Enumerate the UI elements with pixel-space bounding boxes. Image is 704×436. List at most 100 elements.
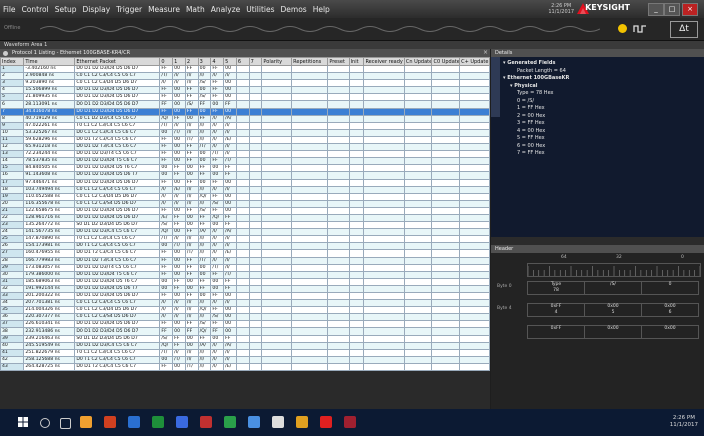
menu-item-trigger[interactable]: Trigger [113, 5, 145, 14]
table-row[interactable]: 18 103.749494 ns C0 C1 C2 C3/C4 C5 C6 C7/I… [0, 185, 490, 194]
table-row[interactable]: 34 207.701381 ns C0 C1 C2 C3/C4 C5 C6 C7/I… [0, 299, 490, 308]
column-header[interactable]: C+ Update [459, 57, 490, 66]
column-header[interactable]: Preset [327, 57, 350, 66]
app-icon-5[interactable] [200, 416, 212, 428]
table-row[interactable]: 15 84.840505 ns D0 D1 D2 D3/D4 D5 T6 C7 00 F… [0, 164, 490, 173]
table-row[interactable]: 7 34.416078 ns D0 D1 D2 D3/D4 D5 D6 D7 FF 00… [0, 107, 490, 116]
column-header[interactable]: 4 [210, 57, 225, 66]
table-row[interactable]: 40 245.519549 ns D0 D1 D2 D3/C4 C5 C6 C7/Q… [0, 341, 490, 350]
column-header[interactable]: 1 [172, 57, 186, 66]
header-field[interactable]: /S/ [584, 281, 642, 295]
table-row[interactable]: 19 110.052588 ns C0 C1 C2 C3/D4 D5 D6 D7/I… [0, 192, 490, 201]
table-row[interactable]: 5 21.809935 ns D0 D1 D2 D3/D4 D5 D6 D7 FF 00… [0, 93, 490, 102]
app-icon-6[interactable] [224, 416, 236, 428]
table-row[interactable]: 35 214.004326 ns C0 C1 C2 C3/D4 D5 D6 D7/I… [0, 306, 490, 315]
table-row[interactable]: 17 97.446471 ns D0 D1 D2 D3/D4 D5 D6 D7 FF 0… [0, 178, 490, 187]
column-header[interactable]: 5 [223, 57, 237, 66]
app-icon-2[interactable] [128, 416, 140, 428]
menu-item-measure[interactable]: Measure [145, 5, 183, 14]
table-row[interactable]: 42 258.125688 ns D0 T1 C2 C3/C4 C5 C6 C7 00… [0, 355, 490, 364]
tree-node[interactable]: ▾ Generated Fields [503, 60, 569, 68]
column-header[interactable]: C0 Update [431, 57, 461, 66]
menu-item-analyze[interactable]: Analyze [208, 5, 244, 14]
table-row[interactable]: 36 220.307377 ns C0 C1 C2 C3/S4 D5 D6 D7/I… [0, 313, 490, 322]
header-field[interactable]: Type 78 [527, 281, 585, 295]
table-row[interactable]: 32 191.992144 ns D0 D1 D2 D3/D4 D5 D6 T7 00… [0, 284, 490, 294]
header-field[interactable]: 0x00 6 [641, 303, 699, 317]
table-row[interactable]: 30 179.386000 ns D0 D1 D2 D3/D4 T5 C6 C7 FF… [0, 270, 490, 279]
table-row[interactable]: 16 91.143608 ns D0 D1 D2 D3/D4 D5 D6 T7 00 F… [0, 171, 490, 180]
table-row[interactable]: 31 185.689063 ns D0 D1 D2 D3/D4 D5 T6 C7 00… [0, 277, 490, 286]
table-row[interactable]: 6 28.113091 ns D0 D1 D2 D3/D4 D5 D6 D7 FF 00… [0, 100, 490, 109]
table-row[interactable]: 13 72.234244 ns D0 D1 D2 D3/T4 C5 C6 C7 FF 0… [0, 150, 490, 159]
table-row[interactable]: 9 47.022261 ns T0 C1 C2 C3/C4 C5 C6 C7/T//… [0, 121, 490, 130]
header-field[interactable]: 0 [641, 281, 699, 295]
protocol-listing[interactable]: Index Time Ethernet Packet 0 1 2 3 4 5 6 7 Polarity… [0, 57, 490, 409]
table-row[interactable]: 20 116.355678 ns C0 C1 C2 C3/S4 D5 D6 D7/I… [0, 199, 490, 208]
menu-item-file[interactable]: File [0, 5, 19, 14]
menu-item-control[interactable]: Control [19, 5, 52, 14]
table-row[interactable]: 24 141.567735 ns D0 D1 D2 D3/C4 C5 C6 C7/Q… [0, 228, 490, 237]
table-row[interactable]: 41 251.822679 ns T0 C1 C2 C3/C4 C5 C6 C7/T… [0, 348, 490, 357]
windows-start-icon[interactable] [18, 417, 28, 427]
listing-close-icon[interactable]: × [483, 49, 488, 57]
table-row[interactable]: 28 166.779983 ns D0 D1 D2 T3/C4 C5 C6 C7 FF… [0, 256, 490, 265]
app-icon-1[interactable] [104, 416, 116, 428]
header-field[interactable]: 0xFF 4 [527, 303, 585, 317]
table-row[interactable]: 26 154.173981 ns D0 T1 C2 C3/C4 C5 C6 C7 00… [0, 242, 490, 251]
column-header[interactable]: Cn Update [403, 57, 433, 66]
table-row[interactable]: 25 147.870890 ns T0 C1 C2 C3/C4 C5 C6 C7/T… [0, 235, 490, 244]
app-icon-10[interactable] [320, 416, 332, 428]
file-explorer-icon[interactable] [80, 416, 92, 428]
menu-item-setup[interactable]: Setup [52, 5, 80, 14]
menu-item-utilities[interactable]: Utilities [243, 5, 277, 14]
menu-item-display[interactable]: Display [80, 5, 114, 14]
column-header[interactable]: Polarity [261, 57, 293, 66]
column-header[interactable]: 7 [248, 57, 263, 66]
app-icon-4[interactable] [176, 416, 188, 428]
tree-node[interactable]: ▾ Ethernet 100GBaseKR [503, 75, 569, 83]
table-row[interactable]: 29 173.083057 ns D0 D1 D2 D3/T4 C5 C6 C7 FF… [0, 263, 490, 272]
menu-item-demos[interactable]: Demos [278, 5, 310, 14]
minimize-button[interactable]: _ [648, 3, 664, 16]
column-header[interactable]: 3 [197, 57, 212, 66]
table-row[interactable]: 11 59.628296 ns D0 D1 T2 C3/C4 C5 C6 C7 FF 0… [0, 135, 490, 145]
table-row[interactable]: 27 160.476955 ns D0 D1 T2 C3/C4 C5 C6 C7 FF… [0, 249, 490, 258]
table-row[interactable]: 43 264.428725 ns D0 D1 T2 C3/C4 C5 C6 C7 FF… [0, 362, 490, 372]
app-icon-9[interactable] [296, 416, 308, 428]
table-row[interactable]: 37 226.610341 ns D0 D1 D2 D3/D4 D5 D6 D7 FF… [0, 320, 490, 329]
close-window-button[interactable]: × [682, 3, 698, 16]
table-row[interactable]: 38 232.913486 ns D0 D1 D2 D3/D4 D5 D6 D7 FF… [0, 327, 490, 336]
task-view-icon[interactable] [60, 418, 71, 429]
tree-node[interactable]: ▾ Physical [503, 83, 569, 91]
delta-time-button[interactable]: Δt [670, 21, 698, 38]
run-stop-icon[interactable] [632, 23, 648, 34]
column-header[interactable]: Ethernet Packet [74, 57, 161, 66]
details-vertical-tab[interactable] [491, 57, 500, 117]
table-row[interactable]: 12 65.931218 ns D0 D1 D2 T3/C4 C5 C6 C7 FF 0… [0, 143, 490, 152]
restore-button[interactable]: □ [664, 3, 680, 16]
menu-item-math[interactable]: Math [183, 5, 208, 14]
table-row[interactable]: 14 78.537835 ns D0 D1 D2 D3/D4 T5 C6 C7 FF 0… [0, 157, 490, 166]
header-field[interactable]: 0x00 [641, 325, 699, 339]
table-row[interactable]: 23 135.264772 ns S0 D1 D2 D3/D4 D5 D6 D7/S… [0, 221, 490, 230]
column-header[interactable]: Time [23, 57, 76, 66]
table-row[interactable]: 10 53.325267 ns D0 C1 C2 C3/C4 C5 C6 C7 00/… [0, 128, 490, 137]
trigger-status-icon[interactable] [618, 24, 627, 33]
header-field[interactable]: 0x00 [584, 325, 642, 339]
table-row[interactable]: 33 201.200322 ns D0 D1 D2 D3/D4 D5 D6 D7 FF… [0, 291, 490, 301]
column-header[interactable]: Repetitions [291, 57, 329, 66]
app-icon-11[interactable] [344, 416, 356, 428]
table-row[interactable]: 2 2.900848 ns C0 C1 C2 C3/C4 C5 C6 C7/T//I… [0, 72, 490, 81]
table-row[interactable]: 3 9.203890 ns C0 C1 C2 C3/D4 D5 D6 D7/I//I… [0, 79, 490, 88]
app-icon-7[interactable] [248, 416, 260, 428]
search-icon[interactable] [40, 418, 50, 428]
table-row[interactable]: 21 122.658675 ns D0 D1 D2 D3/D4 D5 D6 D7 FF… [0, 206, 490, 215]
table-row[interactable]: 39 239.216463 ns S0 D1 D2 D3/D4 D5 D6 D7/S… [0, 334, 490, 343]
table-row[interactable]: 4 15.506899 ns D0 D1 D2 D3/D4 D5 D6 D7 FF 00… [0, 86, 490, 95]
column-header[interactable]: 2 [184, 57, 199, 66]
column-header[interactable]: Init [348, 57, 365, 66]
column-header[interactable]: Index [0, 57, 25, 66]
column-header[interactable]: 6 [235, 57, 250, 66]
header-field[interactable]: 0x00 5 [584, 303, 642, 317]
